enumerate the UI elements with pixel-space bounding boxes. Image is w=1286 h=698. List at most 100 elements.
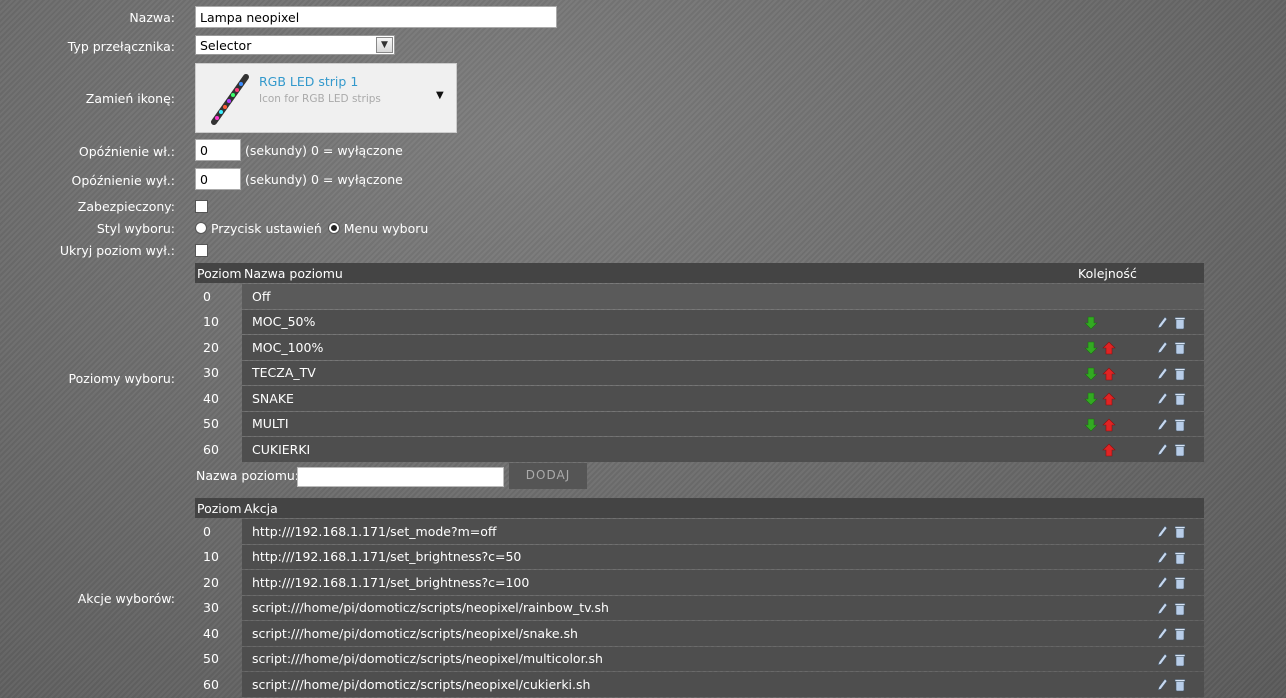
action-url: script:///home/pi/domoticz/scripts/neopi… <box>242 646 1144 671</box>
trash-icon[interactable] <box>1174 340 1192 355</box>
add-level-button[interactable]: DODAJ <box>509 463 587 489</box>
trash-icon[interactable] <box>1174 391 1192 406</box>
add-level-label: Nazwa poziomu: <box>196 468 300 483</box>
trash-icon[interactable] <box>1174 600 1192 615</box>
trash-icon[interactable] <box>1174 549 1192 564</box>
trash-icon[interactable] <box>1174 651 1192 666</box>
arrow-up-icon[interactable] <box>1102 416 1120 431</box>
style-radio-group: Przycisk ustawień Menu wyboru <box>195 221 428 236</box>
chevron-down-icon[interactable]: ▼ <box>436 90 444 101</box>
actions-label: Akcje wyborów: <box>77 591 175 606</box>
on-delay-input[interactable] <box>195 139 241 161</box>
level-tools-cell <box>1144 411 1204 436</box>
levels-header-name: Nazwa poziomu <box>242 263 1076 283</box>
action-level: 30 <box>203 600 219 616</box>
level-order-cell <box>1076 386 1144 411</box>
level-value: 0 <box>203 288 211 304</box>
pencil-icon[interactable] <box>1156 416 1174 431</box>
icon-label: Zamień ikonę: <box>85 91 175 106</box>
action-level: 20 <box>203 574 219 590</box>
levels-header-row: Poziom Nazwa poziomu Kolejność <box>195 263 1204 283</box>
pencil-icon[interactable] <box>1156 600 1174 615</box>
style-label: Styl wyboru: <box>96 221 175 236</box>
level-value: 20 <box>203 339 219 355</box>
icon-picker[interactable]: RGB LED strip 1 Icon for RGB LED strips … <box>195 63 457 133</box>
pencil-icon[interactable] <box>1156 575 1174 590</box>
arrow-down-icon[interactable] <box>1084 314 1102 329</box>
on-delay-label: Opóźnienie wł.: <box>78 144 175 159</box>
pencil-icon[interactable] <box>1156 549 1174 564</box>
level-row: 20 MOC_100% <box>195 335 1204 360</box>
level-value: 40 <box>203 390 219 406</box>
level-order-cell <box>1076 437 1144 462</box>
icon-subtitle: Icon for RGB LED strips <box>259 93 381 105</box>
level-tools-cell <box>1144 309 1204 334</box>
arrow-down-icon[interactable] <box>1084 391 1102 406</box>
action-url: script:///home/pi/domoticz/scripts/neopi… <box>242 595 1144 620</box>
arrow-down-icon[interactable] <box>1084 416 1102 431</box>
pencil-icon[interactable] <box>1156 651 1174 666</box>
actions-header-row: Poziom Akcja <box>195 498 1204 518</box>
arrow-down-icon[interactable] <box>1084 365 1102 380</box>
level-order-cell <box>1076 360 1144 385</box>
level-tools-cell <box>1144 437 1204 462</box>
trash-icon[interactable] <box>1174 416 1192 431</box>
action-level: 40 <box>203 625 219 641</box>
action-row: 60 script:///home/pi/domoticz/scripts/neo… <box>195 672 1204 697</box>
level-row: 60 CUKIERKI <box>195 437 1204 462</box>
actions-header-level: Poziom <box>195 498 242 518</box>
level-tools-cell <box>1144 360 1204 385</box>
off-delay-input[interactable] <box>195 168 241 190</box>
level-order-cell <box>1076 309 1144 334</box>
level-row: 50 MULTI <box>195 411 1204 436</box>
trash-icon[interactable] <box>1174 626 1192 641</box>
action-tools-cell <box>1144 570 1204 595</box>
arrow-up-icon[interactable] <box>1102 365 1120 380</box>
pencil-icon[interactable] <box>1156 442 1174 457</box>
trash-icon[interactable] <box>1174 677 1192 692</box>
action-row: 30 script:///home/pi/domoticz/scripts/neo… <box>195 595 1204 620</box>
pencil-icon[interactable] <box>1156 314 1174 329</box>
arrow-down-icon[interactable] <box>1084 340 1102 355</box>
arrow-up-icon[interactable] <box>1102 340 1120 355</box>
rgb-led-strip-icon <box>211 74 249 125</box>
trash-icon[interactable] <box>1174 442 1192 457</box>
pencil-icon[interactable] <box>1156 677 1174 692</box>
level-name: Off <box>242 284 1076 309</box>
action-tools-cell <box>1144 519 1204 544</box>
add-level-input[interactable] <box>297 467 504 487</box>
action-tools-cell <box>1144 544 1204 569</box>
pencil-icon[interactable] <box>1156 365 1174 380</box>
action-row: 40 script:///home/pi/domoticz/scripts/neo… <box>195 621 1204 646</box>
pencil-icon[interactable] <box>1156 524 1174 539</box>
levels-header-order: Kolejność <box>1076 263 1144 283</box>
chevron-down-icon[interactable]: ▼ <box>376 37 393 53</box>
trash-icon[interactable] <box>1174 314 1192 329</box>
level-name: MULTI <box>242 411 1076 436</box>
action-level: 60 <box>203 676 219 692</box>
pencil-icon[interactable] <box>1156 391 1174 406</box>
style-option-menu-label: Menu wyboru <box>343 221 429 236</box>
action-tools-cell <box>1144 621 1204 646</box>
style-option-settings-radio[interactable] <box>195 222 207 234</box>
trash-icon[interactable] <box>1174 524 1192 539</box>
trash-icon[interactable] <box>1174 575 1192 590</box>
style-option-menu-radio[interactable] <box>327 222 340 234</box>
switch-type-select[interactable]: Selector ▼ <box>195 35 395 55</box>
hide-off-checkbox[interactable] <box>195 244 208 257</box>
action-url: http:///192.168.1.171/set_brightness?c=1… <box>242 570 1144 595</box>
action-url: script:///home/pi/domoticz/scripts/neopi… <box>242 621 1144 646</box>
action-row: 10 http:///192.168.1.171/set_brightness?c… <box>195 544 1204 569</box>
pencil-icon[interactable] <box>1156 626 1174 641</box>
trash-icon[interactable] <box>1174 365 1192 380</box>
arrow-up-icon[interactable] <box>1102 442 1120 457</box>
level-value: 30 <box>203 365 219 381</box>
name-input[interactable] <box>195 6 557 28</box>
arrow-up-icon[interactable] <box>1102 391 1120 406</box>
on-delay-hint: (sekundy) 0 = wyłączone <box>245 143 403 158</box>
actions-header-action: Akcja <box>242 498 1144 518</box>
pencil-icon[interactable] <box>1156 340 1174 355</box>
level-row: 40 SNAKE <box>195 386 1204 411</box>
action-tools-cell <box>1144 595 1204 620</box>
protected-checkbox[interactable] <box>195 200 208 213</box>
